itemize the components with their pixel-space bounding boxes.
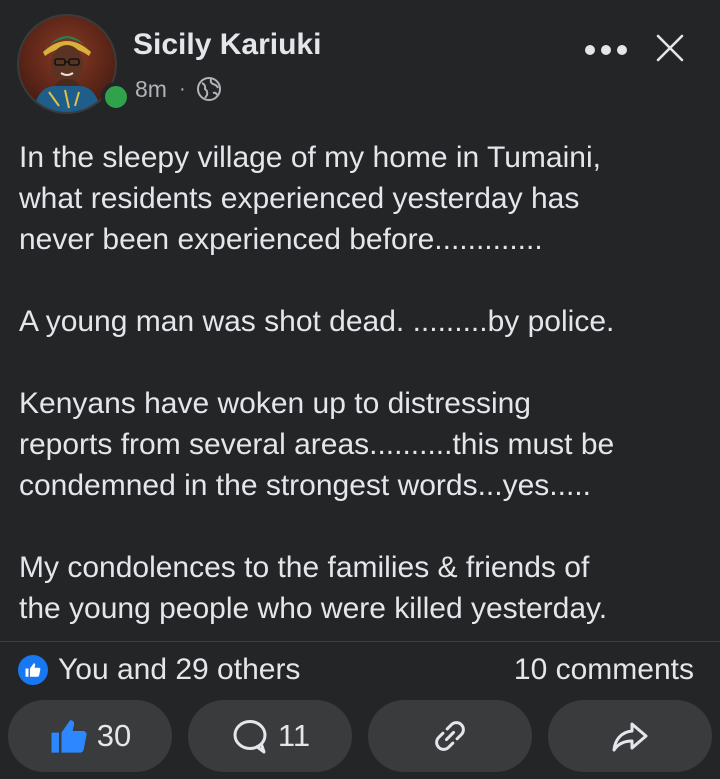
copy-link-button[interactable]	[368, 700, 532, 772]
post-time[interactable]: 8m	[135, 76, 167, 103]
comments-count-link[interactable]: 10 comments	[514, 650, 694, 690]
close-icon	[656, 34, 684, 62]
more-dots-icon	[585, 45, 627, 55]
globe-icon	[196, 76, 222, 102]
reaction-summary-text[interactable]: You and 29 others	[58, 653, 300, 687]
action-bar: 30 11	[0, 700, 720, 774]
thumbs-up-icon	[51, 720, 87, 753]
author-avatar-container[interactable]	[17, 14, 131, 118]
divider	[0, 641, 720, 642]
post-paragraph: My condolences to the families & friends…	[19, 551, 608, 625]
post-card: Sicily Kariuki 8m · In the sleepy villag…	[0, 0, 720, 779]
share-button[interactable]	[548, 700, 712, 772]
comment-count: 11	[277, 718, 311, 753]
more-options-button[interactable]	[582, 32, 630, 68]
author-name[interactable]: Sicily Kariuki	[133, 28, 321, 62]
reaction-summary[interactable]: You and 29 others	[16, 650, 300, 690]
post-paragraph: A young man was shot dead. .........by p…	[19, 305, 615, 338]
post-paragraph: Kenyans have woken up to distressing rep…	[19, 387, 615, 502]
meta-separator: ·	[178, 77, 186, 100]
post-meta: 8m ·	[135, 74, 222, 104]
post-header: Sicily Kariuki 8m ·	[0, 0, 720, 125]
link-icon	[435, 721, 465, 751]
share-arrow-icon	[612, 722, 648, 752]
like-icon	[16, 653, 50, 687]
close-button[interactable]	[650, 28, 690, 68]
comment-bubble-icon	[233, 720, 267, 754]
post-body: In the sleepy village of my home in Tuma…	[19, 137, 709, 629]
like-button[interactable]: 30	[8, 700, 172, 772]
comment-button[interactable]: 11	[188, 700, 352, 772]
online-status-indicator	[101, 82, 131, 112]
post-paragraph: In the sleepy village of my home in Tuma…	[19, 141, 601, 256]
like-count: 30	[96, 718, 132, 753]
